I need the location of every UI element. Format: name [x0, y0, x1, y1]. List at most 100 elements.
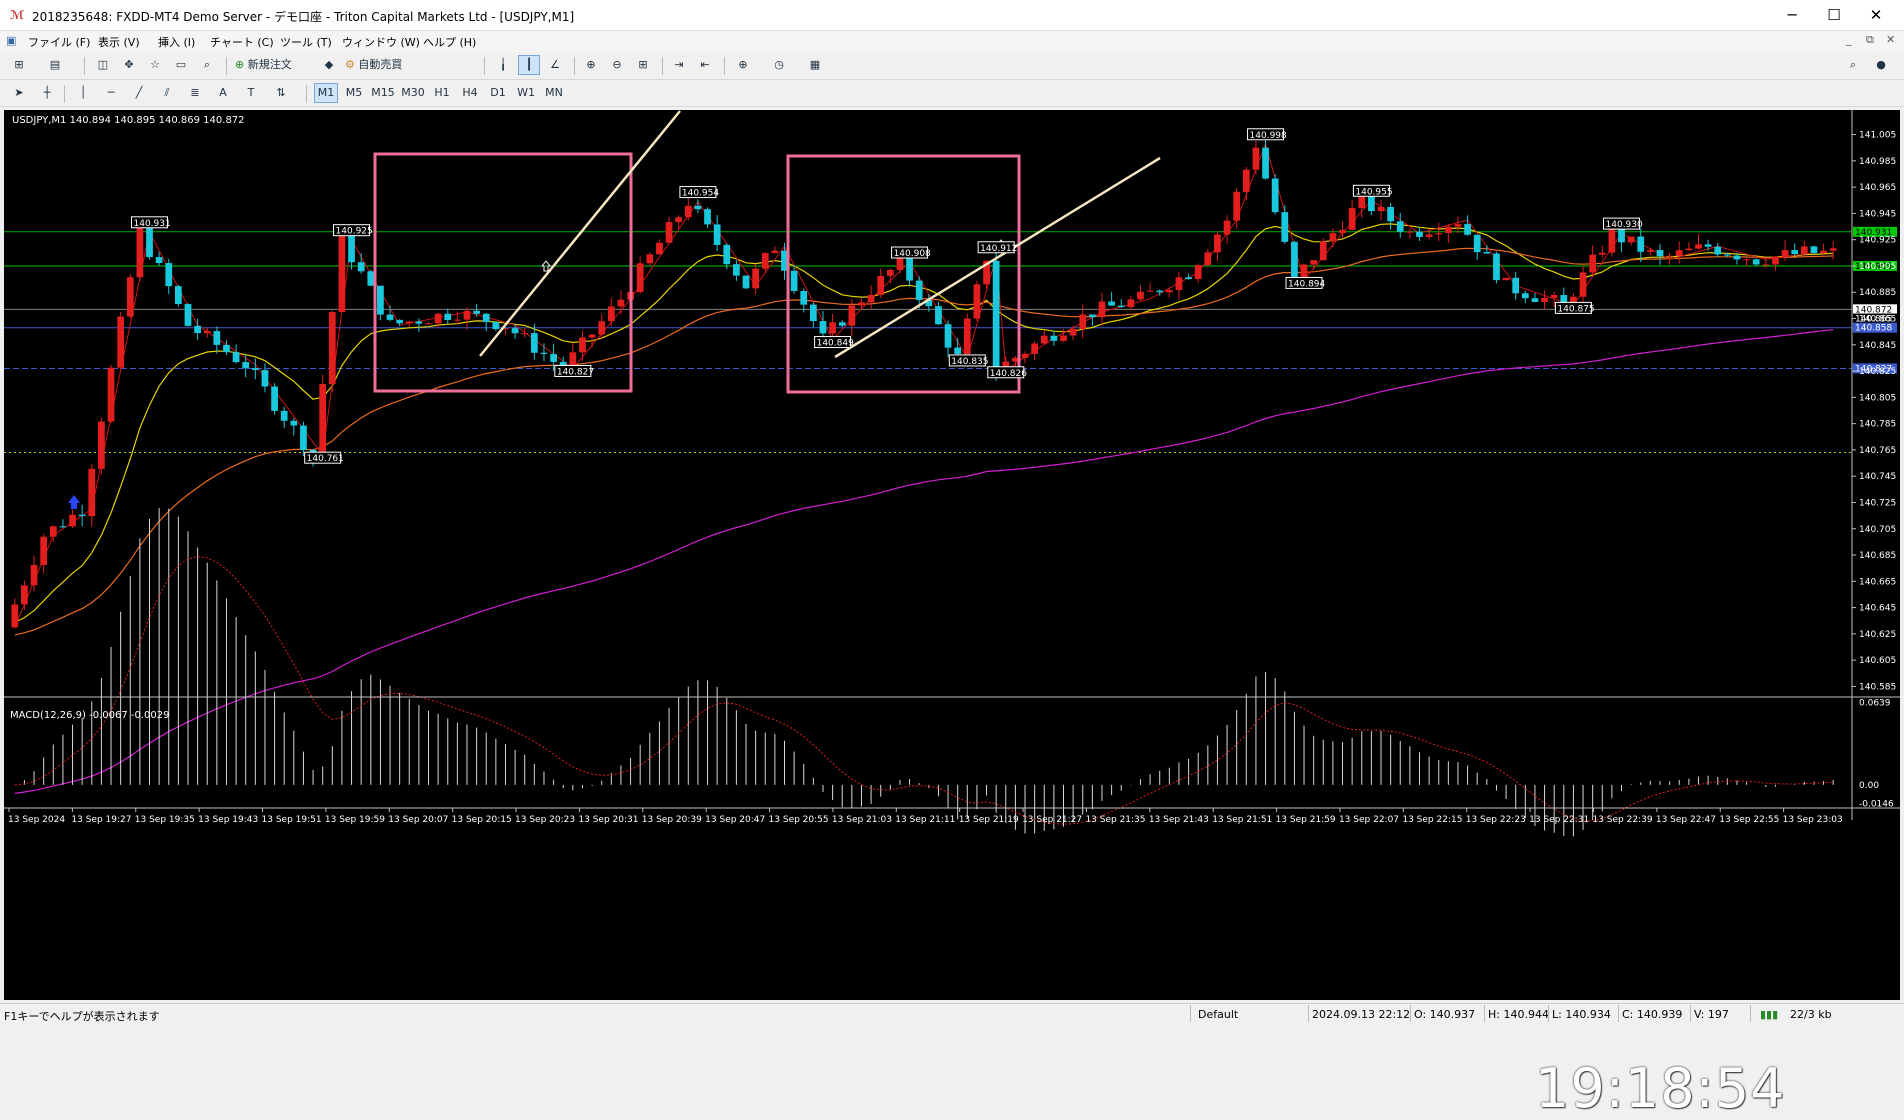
candle-body — [588, 334, 596, 338]
period-m30-button[interactable]: M30 — [400, 83, 426, 103]
crosshair-icon[interactable]: ┼ — [36, 83, 58, 103]
candle-body — [1521, 293, 1529, 299]
candle-body — [1637, 236, 1645, 252]
menu-file[interactable]: ファイル (F) — [28, 34, 90, 50]
menu-view[interactable]: 表示 (V) — [98, 34, 140, 50]
period-m5-button[interactable]: M5 — [342, 83, 366, 103]
line-chart-icon[interactable]: ∠ — [544, 55, 566, 75]
candle-body — [194, 325, 201, 334]
zoom-in-icon[interactable]: ⊕ — [580, 55, 602, 75]
auto-trade-button[interactable]: ⚙ 自動売買 — [344, 55, 430, 75]
period-m1-button[interactable]: M1 — [314, 83, 338, 103]
menu-insert[interactable]: 挿入 (I) — [158, 34, 195, 50]
trendline-icon[interactable]: ╱ — [128, 83, 150, 103]
tile-windows-icon[interactable]: ⊞ — [632, 55, 654, 75]
navigator-icon[interactable]: ☆ — [144, 55, 166, 75]
candle-body — [829, 322, 836, 334]
price-tick-label: 140.725 — [1859, 498, 1896, 508]
candle-body — [232, 352, 240, 363]
periods-icon[interactable]: ◷ — [768, 55, 790, 75]
candle-body — [1252, 147, 1260, 170]
auto-scroll-icon[interactable]: ⇥ — [668, 55, 690, 75]
terminal-icon[interactable]: ▭ — [170, 55, 192, 75]
time-tick-label: 13 Sep 20:47 — [705, 815, 765, 825]
zoom-out-icon[interactable]: ⊖ — [606, 55, 628, 75]
chart-shift-icon[interactable]: ⇤ — [694, 55, 716, 75]
candle-body — [117, 316, 125, 368]
candle-body — [165, 263, 173, 287]
templates-icon[interactable]: ▦ — [804, 55, 826, 75]
menu-help[interactable]: ヘルプ (H) — [423, 34, 476, 50]
price-point-label-text: 140.875 — [1557, 304, 1594, 314]
status-close: C: 140.939 — [1622, 1008, 1683, 1021]
time-tick-label: 13 Sep 19:35 — [135, 815, 195, 825]
vertical-line-icon[interactable]: │ — [72, 83, 94, 103]
candle-body — [800, 290, 808, 305]
profiles-icon[interactable]: ▤ — [44, 55, 66, 75]
child-minimize-button[interactable]: _ — [1846, 33, 1852, 46]
price-tick-label: 140.845 — [1859, 341, 1896, 351]
data-window-icon[interactable]: ✥ — [118, 55, 140, 75]
macd-signal-line — [14, 556, 1834, 825]
candle-body — [992, 260, 1000, 373]
text-icon[interactable]: A — [212, 83, 234, 103]
cursor-icon[interactable]: ➤ — [8, 83, 30, 103]
period-m15-button[interactable]: M15 — [370, 83, 396, 103]
time-tick-label: 13 Sep 23:03 — [1783, 815, 1843, 825]
period-mn-button[interactable]: MN — [542, 83, 566, 103]
candlestick-icon[interactable]: ┃ — [518, 55, 540, 75]
price-point-label-text: 140.827 — [557, 367, 594, 377]
market-watch-icon[interactable]: ◫ — [92, 55, 114, 75]
status-open: O: 140.937 — [1414, 1008, 1476, 1021]
price-chart[interactable]: 140.931140.905140.872140.865140.858140.8… — [4, 110, 1900, 1000]
arrows-icon[interactable]: ⇅ — [270, 83, 292, 103]
price-point-label-text: 140.998 — [1250, 131, 1287, 141]
candle-body — [656, 242, 663, 255]
bar-chart-icon[interactable]: ╽ — [492, 55, 514, 75]
candle-body — [300, 425, 307, 450]
candle-body — [607, 306, 615, 322]
period-d1-button[interactable]: D1 — [486, 83, 510, 103]
candle-body — [251, 368, 259, 371]
search-icon[interactable]: ⌕ — [1842, 55, 1864, 75]
menu-chart[interactable]: チャート (C) — [210, 34, 274, 50]
candle-body — [1185, 277, 1192, 280]
fibonacci-icon[interactable]: ≣ — [184, 83, 206, 103]
candle-body — [1454, 224, 1462, 227]
price-tick-label: 140.885 — [1859, 288, 1896, 298]
price-tick-label: 140.965 — [1859, 183, 1896, 193]
horizontal-line-icon[interactable]: ─ — [100, 83, 122, 103]
price-point-label-text: 140.925 — [336, 227, 373, 237]
close-button[interactable]: ✕ — [1848, 0, 1904, 31]
child-restore-button[interactable]: ⧉ — [1866, 33, 1874, 47]
time-tick-label: 13 Sep 20:39 — [642, 815, 702, 825]
candle-body — [694, 205, 702, 210]
price-tick-label: 140.625 — [1859, 630, 1896, 640]
candle-body — [1464, 224, 1471, 235]
candle-body — [280, 410, 288, 421]
candle-body — [69, 514, 76, 527]
menu-window[interactable]: ウィンドウ (W) — [342, 34, 420, 50]
menu-tools[interactable]: ツール (T) — [280, 34, 332, 50]
candle-body — [1396, 221, 1404, 232]
title-bar: ℳ 2018235648: FXDD-MT4 Demo Server - デモ口… — [0, 0, 1904, 31]
chart-window-icon[interactable]: ▣ — [6, 34, 16, 47]
label-icon[interactable]: T — [240, 83, 262, 103]
channel-icon[interactable]: ⫽ — [156, 83, 178, 103]
notifications-icon[interactable]: ● — [1870, 55, 1892, 75]
new-chart-icon[interactable]: ⊞ — [8, 55, 30, 75]
child-close-button[interactable]: ✕ — [1886, 33, 1895, 46]
candle-body — [752, 268, 759, 289]
candle-body — [1627, 236, 1635, 243]
time-tick-label: 13 Sep 20:23 — [515, 815, 575, 825]
candle-body — [473, 310, 480, 314]
period-h1-button[interactable]: H1 — [430, 83, 454, 103]
meta-editor-icon[interactable]: ◆ — [318, 55, 340, 75]
new-order-button[interactable]: ⊕ 新規注文 — [234, 55, 314, 75]
tester-icon[interactable]: ⌕ — [196, 55, 218, 75]
candle-body — [1791, 250, 1799, 255]
period-h4-button[interactable]: H4 — [458, 83, 482, 103]
candle-body — [492, 322, 500, 330]
indicators-icon[interactable]: ⊕ — [732, 55, 754, 75]
period-w1-button[interactable]: W1 — [514, 83, 538, 103]
